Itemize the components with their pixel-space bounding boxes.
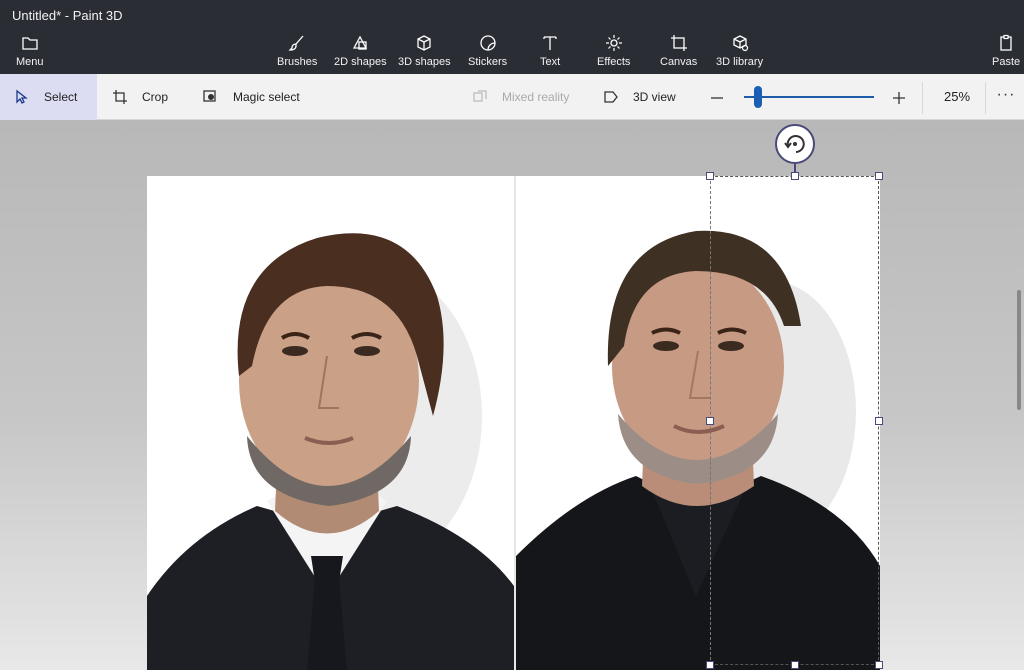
menu-label: Menu: [16, 56, 44, 68]
zoom-out-icon[interactable]: [709, 90, 725, 106]
mixed-reality-button[interactable]: Mixed reality: [472, 74, 569, 120]
resize-handle-bottom-left[interactable]: [706, 661, 714, 669]
portrait-left-image: [147, 176, 514, 670]
shapes-3d-button[interactable]: 3D shapes: [398, 34, 451, 74]
shapes-2d-label: 2D shapes: [334, 56, 387, 68]
crop-icon: [113, 90, 127, 104]
shapes-2d-icon: [353, 35, 368, 50]
library-icon: [732, 35, 748, 52]
shapes-3d-label: 3D shapes: [398, 56, 451, 68]
sticker-icon: [479, 35, 496, 51]
folder-icon: [22, 37, 38, 50]
shapes-2d-button[interactable]: 2D shapes: [334, 34, 387, 74]
zoom-slider-track[interactable]: [744, 96, 874, 98]
divider: [985, 82, 986, 114]
paste-button[interactable]: Paste: [992, 34, 1020, 74]
rotate-handle[interactable]: [775, 124, 815, 164]
stickers-button[interactable]: Stickers: [468, 34, 507, 74]
cursor-icon: [16, 89, 28, 104]
text-label: Text: [540, 56, 561, 68]
portrait-left: [147, 176, 514, 670]
effects-label: Effects: [597, 56, 631, 68]
zoom-percentage[interactable]: 25%: [928, 74, 986, 120]
divider: [922, 82, 923, 114]
canvas-button[interactable]: Canvas: [660, 34, 697, 74]
resize-handle-right[interactable]: [875, 417, 883, 425]
canvas[interactable]: [147, 176, 880, 670]
magic-select-label: Magic select: [233, 90, 300, 104]
stickers-label: Stickers: [468, 56, 508, 68]
cube-icon: [417, 35, 431, 51]
view-3d-label: 3D view: [633, 90, 676, 104]
brushes-label: Brushes: [277, 56, 318, 68]
view-3d-icon: [604, 91, 618, 103]
zoom-slider-thumb[interactable]: [754, 86, 762, 108]
mixed-reality-label: Mixed reality: [502, 90, 570, 104]
vertical-scrollbar[interactable]: [1017, 290, 1021, 410]
mixed-reality-icon: [473, 90, 487, 102]
magic-select-icon: [203, 90, 216, 102]
canvas-label: Canvas: [660, 56, 698, 68]
crop-label: Crop: [142, 90, 169, 104]
brushes-button[interactable]: Brushes: [277, 34, 317, 74]
select-tool-button[interactable]: Select: [0, 74, 97, 120]
resize-handle-top-right[interactable]: [875, 172, 883, 180]
view-3d-button[interactable]: 3D view: [603, 74, 676, 120]
clipboard-icon: [1000, 34, 1012, 51]
resize-handle-top[interactable]: [791, 172, 799, 180]
crop-button[interactable]: Crop: [112, 74, 168, 120]
library-3d-button[interactable]: 3D library: [716, 34, 763, 74]
resize-handle-bottom[interactable]: [791, 661, 799, 669]
sun-icon: [605, 35, 622, 51]
zoom-in-icon[interactable]: [891, 90, 907, 106]
resize-handle-left[interactable]: [706, 417, 714, 425]
title-bar: Untitled* - Paint 3D Menu Brushes 2D sha…: [0, 0, 1024, 74]
canvas-icon: [670, 35, 687, 51]
library-3d-label: 3D library: [716, 56, 764, 68]
select-label: Select: [44, 90, 78, 104]
magic-select-button[interactable]: Magic select: [203, 74, 300, 120]
resize-handle-bottom-right[interactable]: [875, 661, 883, 669]
text-icon: [543, 36, 557, 50]
text-button[interactable]: Text: [540, 34, 560, 74]
effects-button[interactable]: Effects: [597, 34, 630, 74]
window-title: Untitled* - Paint 3D: [12, 8, 123, 23]
rotate-icon: [784, 135, 805, 153]
more-options-button[interactable]: ···: [992, 74, 1020, 120]
resize-handle-top-left[interactable]: [706, 172, 714, 180]
brush-icon: [288, 35, 304, 51]
portrait-right-image: [516, 176, 880, 670]
paste-label: Paste: [992, 56, 1021, 68]
portrait-right: [516, 176, 880, 670]
menu-button[interactable]: Menu: [16, 34, 44, 74]
